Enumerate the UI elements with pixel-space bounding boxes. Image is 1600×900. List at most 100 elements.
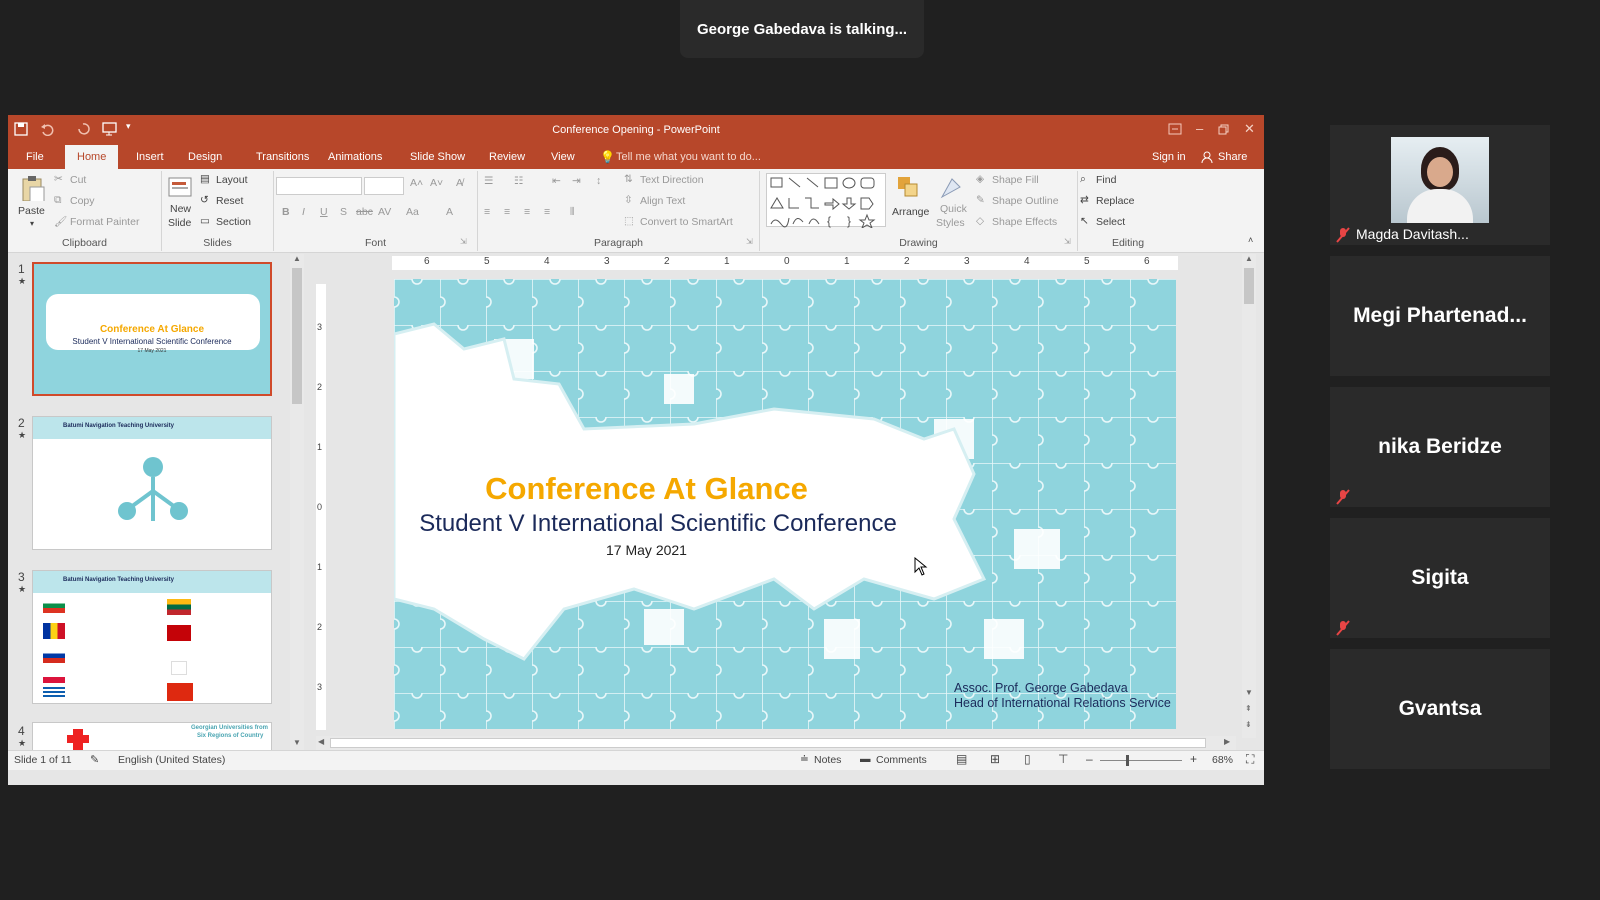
slide-thumbnail-4[interactable]: Georgian Universities from Six Regions o… xyxy=(32,722,272,750)
thumbnail-scroll-thumb[interactable] xyxy=(292,268,302,404)
tab-insert[interactable]: Insert xyxy=(136,145,164,169)
increase-indent-icon[interactable]: ⇥ xyxy=(572,175,581,187)
scroll-left-icon[interactable]: ◀ xyxy=(318,737,324,746)
slide-vertical-scrollbar[interactable]: ▲ ▼ ⇞ ⇟ xyxy=(1242,254,1256,738)
scroll-down-icon[interactable]: ▼ xyxy=(293,738,301,747)
slide-author-name[interactable]: Assoc. Prof. George Gabedava xyxy=(954,681,1128,695)
tab-design[interactable]: Design xyxy=(188,145,222,169)
slide-thumbnail-3[interactable]: Batumi Navigation Teaching University xyxy=(32,570,272,704)
sign-in-link[interactable]: Sign in xyxy=(1152,145,1186,169)
tab-transitions[interactable]: Transitions xyxy=(256,145,309,169)
justify-icon[interactable]: ≡ xyxy=(544,206,550,218)
normal-view-icon[interactable]: ▤ xyxy=(956,752,967,766)
new-slide-label-2[interactable]: Slide xyxy=(168,217,191,229)
slideshow-view-icon[interactable]: ⊤ xyxy=(1058,752,1068,766)
slide-date[interactable]: 17 May 2021 xyxy=(394,542,899,558)
next-slide-icon[interactable]: ⇟ xyxy=(1245,720,1252,729)
zoom-out-icon[interactable]: – xyxy=(1086,752,1093,766)
character-spacing-button[interactable]: AV xyxy=(378,206,391,218)
shape-effects-button[interactable]: Shape Effects xyxy=(992,216,1057,228)
font-name-input[interactable] xyxy=(276,177,362,195)
change-case-button[interactable]: Aa xyxy=(406,206,419,218)
text-direction-button[interactable]: Text Direction xyxy=(640,174,704,186)
participant-tile[interactable]: nika Beridze xyxy=(1330,387,1550,507)
current-slide[interactable]: Conference At Glance Student V Internati… xyxy=(394,279,1176,729)
slide-sorter-icon[interactable]: ⊞ xyxy=(990,752,1000,766)
clear-formatting-icon[interactable]: A̸ xyxy=(456,177,463,189)
quick-styles-icon[interactable] xyxy=(938,175,964,201)
slide-thumbnail-2[interactable]: Batumi Navigation Teaching University xyxy=(32,416,272,550)
bold-icon[interactable]: B xyxy=(282,206,290,218)
shrink-font-icon[interactable]: A˅ xyxy=(430,177,443,189)
paste-dropdown-icon[interactable]: ▾ xyxy=(30,219,34,228)
slide-title[interactable]: Conference At Glance xyxy=(394,471,899,507)
convert-smartart-button[interactable]: Convert to SmartArt xyxy=(640,216,733,228)
paste-button[interactable]: Paste xyxy=(18,205,45,217)
slide-author-role[interactable]: Head of International Relations Service xyxy=(954,696,1171,710)
zoom-slider-handle[interactable] xyxy=(1126,755,1129,766)
paste-icon[interactable] xyxy=(20,175,46,201)
zoom-level[interactable]: 68% xyxy=(1212,754,1233,766)
strikethrough-button[interactable]: abc xyxy=(356,206,373,218)
shadow-icon[interactable]: S xyxy=(340,206,347,218)
shapes-gallery[interactable]: { } xyxy=(766,173,886,230)
reading-view-icon[interactable]: ▯ xyxy=(1024,752,1031,766)
slide-horizontal-scrollbar[interactable]: ◀ ▶ xyxy=(316,736,1236,750)
slide-scroll-thumb[interactable] xyxy=(1244,268,1254,304)
tell-me-search[interactable]: Tell me what you want to do... xyxy=(616,145,761,169)
close-icon[interactable]: ✕ xyxy=(1244,121,1255,137)
previous-slide-icon[interactable]: ⇞ xyxy=(1245,704,1252,713)
new-slide-label-1[interactable]: New xyxy=(170,203,191,215)
shape-outline-button[interactable]: Shape Outline xyxy=(992,195,1059,207)
underline-icon[interactable]: U xyxy=(320,206,328,218)
tab-review[interactable]: Review xyxy=(489,145,525,169)
cut-button[interactable]: Cut xyxy=(70,174,86,186)
thumbnail-scrollbar[interactable]: ▲ ▼ xyxy=(290,254,304,750)
minimize-icon[interactable]: – xyxy=(1196,121,1203,136)
columns-icon[interactable]: ⫴ xyxy=(570,206,574,219)
section-button[interactable]: Section xyxy=(216,216,251,228)
scroll-down-icon[interactable]: ▼ xyxy=(1245,688,1253,697)
line-spacing-icon[interactable]: ↕ xyxy=(596,175,601,187)
reset-button[interactable]: Reset xyxy=(216,195,243,207)
find-button[interactable]: Find xyxy=(1096,174,1116,186)
quick-styles-label-1[interactable]: Quick xyxy=(940,203,967,215)
slide-thumbnail-1[interactable]: Conference At Glance Student V Internati… xyxy=(32,262,272,396)
scroll-right-icon[interactable]: ▶ xyxy=(1224,737,1230,746)
collapse-ribbon-icon[interactable]: ˄ xyxy=(1248,235,1253,245)
shape-fill-button[interactable]: Shape Fill xyxy=(992,174,1039,186)
spell-check-icon[interactable]: ✎ xyxy=(90,753,99,766)
tab-home[interactable]: Home xyxy=(65,145,119,169)
arrange-button[interactable]: Arrange xyxy=(892,206,929,218)
align-text-button[interactable]: Align Text xyxy=(640,195,685,207)
comments-button[interactable]: Comments xyxy=(876,754,927,766)
layout-button[interactable]: Layout xyxy=(216,174,248,186)
scroll-up-icon[interactable]: ▲ xyxy=(1245,254,1253,263)
decrease-indent-icon[interactable]: ⇤ xyxy=(552,175,561,187)
fit-to-window-icon[interactable]: ⛶ xyxy=(1246,752,1254,767)
italic-icon[interactable]: I xyxy=(302,206,305,218)
tab-animations[interactable]: Animations xyxy=(328,145,382,169)
notes-button[interactable]: Notes xyxy=(814,754,841,766)
ribbon-display-options-icon[interactable] xyxy=(1168,123,1182,135)
new-slide-icon[interactable] xyxy=(168,175,194,201)
zoom-in-icon[interactable]: + xyxy=(1190,752,1197,766)
numbering-icon[interactable]: ☷ xyxy=(514,175,523,187)
zoom-slider[interactable] xyxy=(1100,760,1182,761)
align-left-icon[interactable]: ≡ xyxy=(484,206,490,218)
select-button[interactable]: Select xyxy=(1096,216,1125,228)
font-size-input[interactable] xyxy=(364,177,404,195)
language-indicator[interactable]: English (United States) xyxy=(118,754,225,766)
participant-tile[interactable]: Gvantsa xyxy=(1330,649,1550,769)
tab-slide-show[interactable]: Slide Show xyxy=(410,145,465,169)
restore-icon[interactable] xyxy=(1218,124,1229,135)
scroll-up-icon[interactable]: ▲ xyxy=(293,254,301,263)
bullets-icon[interactable]: ☰ xyxy=(484,175,493,187)
tab-view[interactable]: View xyxy=(551,145,575,169)
quick-styles-label-2[interactable]: Styles xyxy=(936,217,965,229)
horizontal-scroll-thumb[interactable] xyxy=(330,738,1206,748)
grow-font-icon[interactable]: A˄ xyxy=(410,177,423,189)
replace-button[interactable]: Replace xyxy=(1096,195,1135,207)
slide-subtitle[interactable]: Student V International Scientific Confe… xyxy=(394,510,922,538)
share-button[interactable]: Share xyxy=(1218,145,1247,169)
